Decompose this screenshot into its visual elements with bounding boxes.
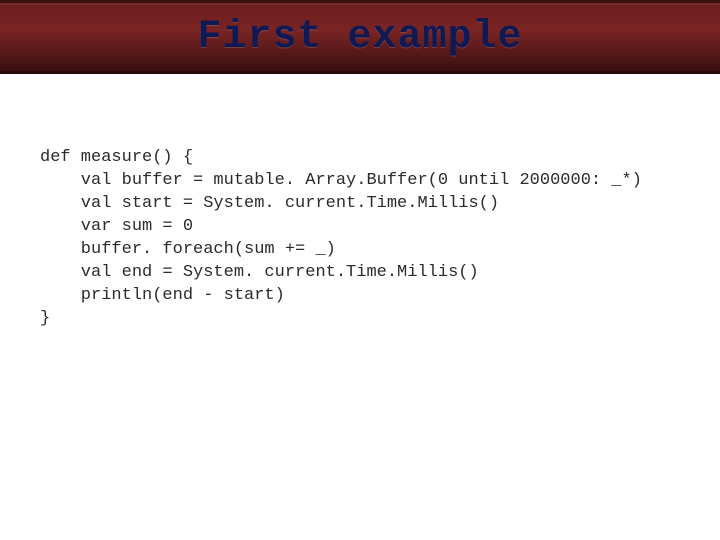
- code-block: def measure() { val buffer = mutable. Ar…: [40, 124, 680, 353]
- code-line: println(end - start): [40, 286, 285, 305]
- slide-content: def measure() { val buffer = mutable. Ar…: [0, 74, 720, 353]
- code-line: def measure() {: [40, 148, 193, 167]
- code-line: val start = System. current.Time.Millis(…: [40, 194, 499, 213]
- slide-title: First example: [197, 15, 522, 60]
- code-line: var sum = 0: [40, 217, 193, 236]
- code-line: val end = System. current.Time.Millis(): [40, 263, 479, 282]
- slide-header: First example: [0, 0, 720, 74]
- code-line: }: [40, 309, 50, 328]
- code-line: val buffer = mutable. Array.Buffer(0 unt…: [40, 171, 642, 190]
- code-line: buffer. foreach(sum += _): [40, 240, 336, 259]
